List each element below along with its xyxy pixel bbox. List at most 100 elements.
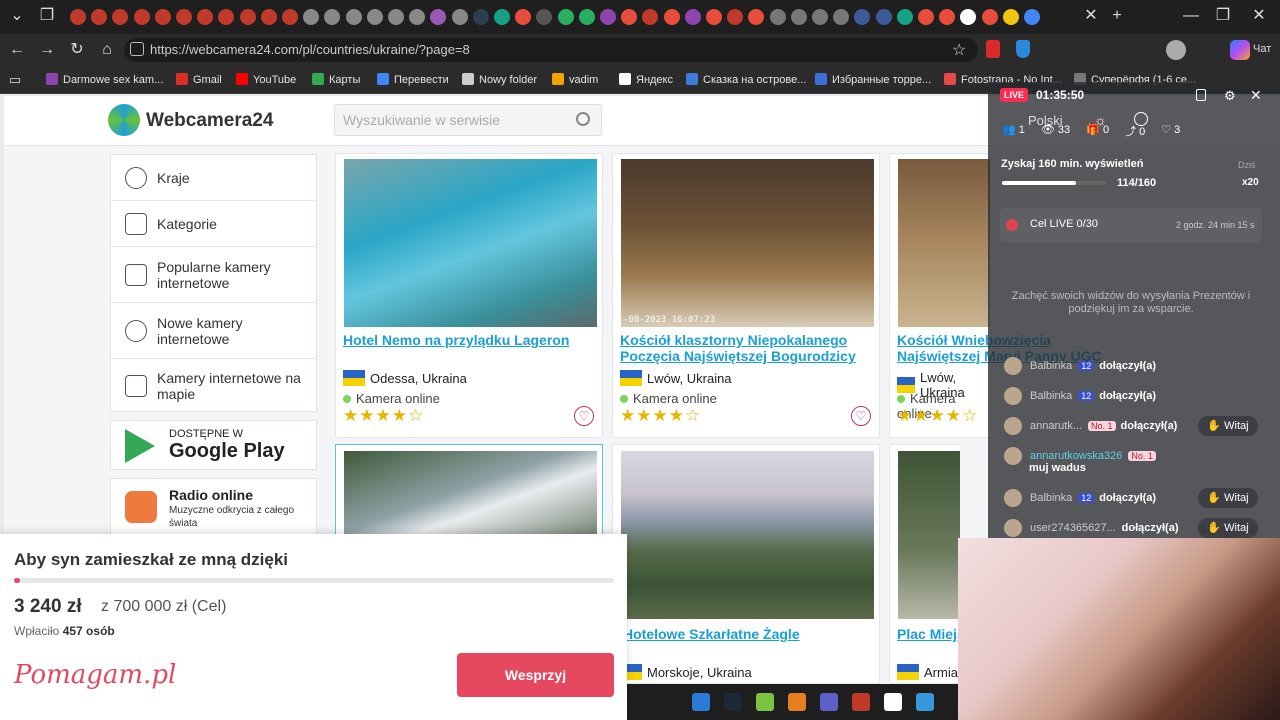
camera-thumbnail[interactable] (898, 451, 960, 619)
rating-stars[interactable]: ★★★★☆ (897, 406, 978, 426)
tab-favicon-icon[interactable] (769, 9, 786, 25)
tab-favicon-icon[interactable] (409, 9, 426, 25)
tab-favicon-icon[interactable] (451, 9, 468, 25)
google-play-badge[interactable]: DOSTĘPNE W Google Play (110, 420, 317, 470)
forward-icon[interactable]: → (36, 40, 58, 60)
tab-favicon-icon[interactable] (578, 9, 595, 25)
search-input[interactable]: Wyszukiwanie w serwisie (334, 104, 602, 136)
avatar[interactable] (1004, 417, 1022, 435)
tab-favicon-icon[interactable] (112, 9, 129, 25)
taskbar-app-icon[interactable] (820, 693, 838, 711)
tab-favicon-icon[interactable] (472, 9, 489, 25)
taskbar-app-icon[interactable] (756, 693, 774, 711)
camera-card[interactable] (335, 444, 603, 544)
tab-favicon-icon[interactable] (515, 9, 532, 25)
chat-username[interactable]: Balbinka (1030, 492, 1072, 504)
camera-title-link[interactable]: Hotel Nemo na przylądku Lageron (343, 332, 599, 348)
pomagam-logo[interactable]: Pomagam.pl (14, 660, 176, 690)
tab-favicon-icon[interactable] (1024, 9, 1040, 25)
close-tab-icon[interactable]: ✕ (1080, 6, 1102, 26)
tab-favicon-icon[interactable] (939, 9, 956, 25)
tab-favicon-icon[interactable] (1002, 9, 1019, 25)
taskbar-app-icon[interactable] (884, 693, 902, 711)
camera-thumbnail[interactable] (621, 451, 874, 619)
taskbar-app-icon[interactable] (692, 693, 710, 711)
camera-card[interactable]: Hotelowe Szkarłatne Żagle Morskoje, Ukra… (612, 444, 880, 684)
camera-title-link[interactable]: Kościół klasztorny Niepokalanego Poczęci… (620, 332, 876, 364)
tab-favicon-icon[interactable] (176, 9, 192, 25)
camera-card[interactable]: -08-2023 16:07:23 Kościół klasztorny Nie… (612, 153, 880, 438)
chat-username[interactable]: Balbinka (1030, 390, 1072, 402)
tab-favicon-icon[interactable] (282, 9, 298, 25)
bookmark-item[interactable]: Перевести (377, 71, 449, 89)
tab-favicon-icon[interactable] (621, 9, 638, 25)
home-icon[interactable]: ⌂ (96, 40, 118, 60)
site-info-icon[interactable] (130, 42, 144, 56)
tab-favicon-icon[interactable] (133, 9, 150, 25)
tab-favicon-icon[interactable] (197, 9, 214, 25)
chat-username[interactable]: user274365627... (1030, 522, 1116, 534)
radio-online-banner[interactable]: Radio online Muzyczne odkrycia z całego … (110, 478, 317, 536)
witaj-button[interactable]: ✋ Witaj (1198, 488, 1258, 508)
avatar[interactable] (1004, 387, 1022, 405)
settings-gear-icon[interactable]: ⚙ (1224, 88, 1236, 104)
tab-favicon-icon[interactable] (642, 9, 659, 25)
bookmark-item[interactable]: Избранные торре... (815, 71, 931, 89)
sidebar-item-kategorie[interactable]: Kategorie (111, 201, 316, 247)
favorite-heart-icon[interactable]: ♡ (851, 406, 871, 426)
avatar[interactable] (1004, 357, 1022, 375)
tab-favicon-icon[interactable] (684, 9, 701, 25)
tab-favicon-icon[interactable] (600, 9, 616, 25)
witaj-button[interactable]: ✋ Witaj (1198, 416, 1258, 436)
tab-favicon-icon[interactable] (303, 9, 320, 25)
support-button[interactable]: Wesprzyj (457, 653, 614, 697)
avatar[interactable] (1004, 489, 1022, 507)
lock-icon[interactable] (1196, 89, 1206, 101)
tab-favicon-icon[interactable] (218, 9, 235, 25)
bookmark-item[interactable]: Карты (312, 71, 360, 89)
close-overlay-icon[interactable]: ✕ (1250, 87, 1262, 104)
tab-favicon-icon[interactable] (154, 9, 171, 25)
tab-favicon-icon[interactable] (748, 9, 765, 25)
bookmark-item[interactable]: Сказка на острове... (686, 71, 806, 89)
sidebar-item-popularne[interactable]: Popularne kamery internetowe (111, 247, 316, 303)
sidebar-item-kraje[interactable]: Kraje (111, 155, 316, 201)
tab-favicon-icon[interactable] (536, 9, 553, 25)
copilot-icon[interactable] (1230, 40, 1250, 60)
reload-icon[interactable]: ↻ (66, 40, 88, 60)
rating-stars[interactable]: ★★★★☆ (343, 406, 424, 426)
taskbar-app-icon[interactable] (916, 693, 934, 711)
site-name[interactable]: Webcamera24 (146, 110, 273, 132)
camera-thumbnail[interactable] (344, 451, 597, 541)
tab-favicon-icon[interactable] (91, 9, 108, 25)
taskbar-app-icon[interactable] (788, 693, 806, 711)
tab-favicon-icon[interactable] (896, 9, 913, 25)
shield-icon[interactable] (1016, 40, 1030, 58)
bookmark-item[interactable]: Gmail (176, 71, 222, 89)
logo-icon[interactable] (108, 104, 140, 136)
camera-card[interactable]: Kościół Wniebowzięcia Najświętszej Maryi… (889, 153, 1102, 438)
tab-favicon-icon[interactable] (260, 9, 277, 25)
profile-avatar[interactable] (1166, 40, 1186, 60)
camera-thumbnail[interactable] (621, 159, 874, 327)
back-icon[interactable]: ← (6, 40, 28, 60)
sidebar-item-mapa[interactable]: Kamery internetowe na mapie (111, 359, 316, 413)
tab-favicon-icon[interactable] (981, 9, 998, 25)
tab-favicon-icon[interactable] (324, 9, 341, 25)
avatar[interactable] (1004, 519, 1022, 537)
camera-thumbnail[interactable] (344, 159, 597, 327)
tab-favicon-icon[interactable] (388, 9, 404, 25)
tab-favicon-icon[interactable] (70, 9, 86, 25)
tab-list-dropdown-icon[interactable]: ⌄ (6, 6, 28, 26)
taskbar-app-icon[interactable] (852, 693, 870, 711)
tab-favicon-icon[interactable] (918, 9, 934, 25)
tab-favicon-icon[interactable] (663, 9, 680, 25)
taskbar-app-icon[interactable] (724, 693, 742, 711)
copilot-label[interactable]: Чат (1253, 43, 1271, 55)
tab-favicon-icon[interactable] (706, 9, 722, 25)
tab-favicon-icon[interactable] (854, 9, 871, 25)
bookmark-item[interactable]: Nowy folder (462, 71, 537, 89)
bookmark-item[interactable]: Darmowe sex kam... (46, 71, 163, 89)
tab-favicon-icon[interactable] (557, 9, 574, 25)
camera-thumbnail[interactable] (898, 159, 990, 327)
